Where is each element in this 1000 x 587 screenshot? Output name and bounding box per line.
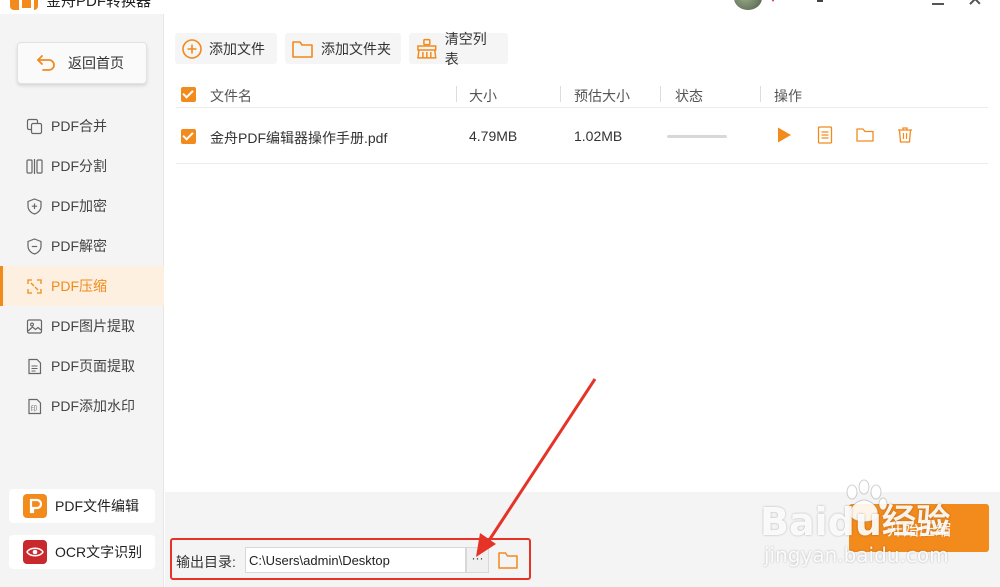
app-window: 金舟PDF转换器 ♥ 返回首页 PDF合并 PDF分割 [0,0,1000,587]
annotation-arrow [476,378,597,557]
